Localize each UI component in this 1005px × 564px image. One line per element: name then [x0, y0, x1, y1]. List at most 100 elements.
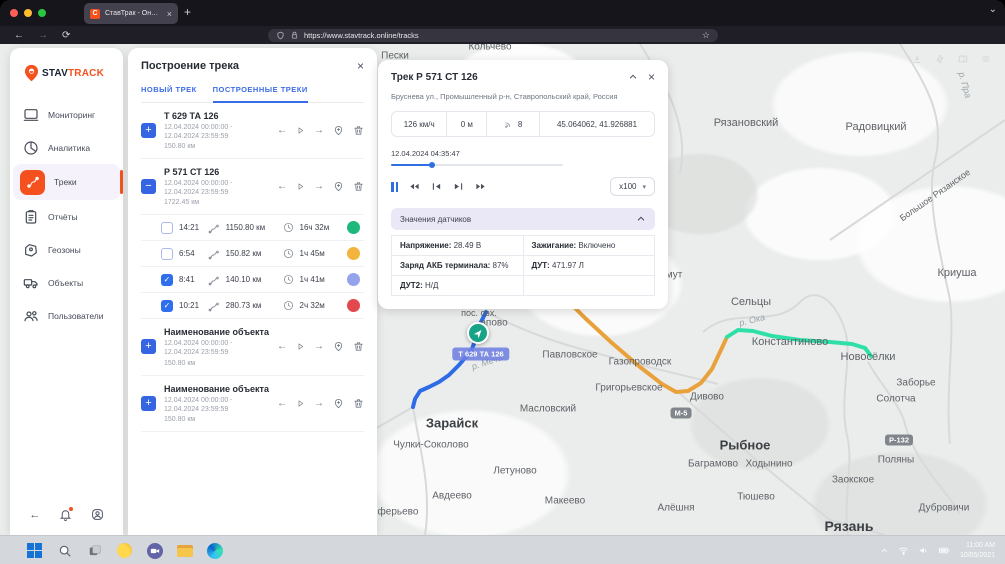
segment-color-dot — [347, 273, 360, 286]
system-tray[interactable]: 11:00 AM 10/05/2021 — [880, 536, 995, 564]
downloads-icon[interactable] — [912, 54, 922, 64]
taskbar-start-button[interactable] — [26, 542, 43, 559]
battery-icon[interactable] — [938, 545, 951, 556]
orange-track[interactable] — [563, 296, 727, 392]
tab-built-tracks[interactable]: ПОСТРОЕННЫЕ ТРЕКИ — [213, 85, 308, 103]
tracking-shield-icon[interactable] — [276, 31, 285, 40]
lock-icon[interactable] — [290, 31, 299, 40]
sidebar-item-geozones[interactable]: Геозоны — [10, 233, 123, 266]
taskbar-chat-button[interactable] — [146, 542, 163, 559]
segment-checkbox[interactable] — [161, 222, 173, 234]
wifi-icon[interactable] — [898, 545, 909, 556]
fast-forward-button[interactable] — [475, 181, 486, 192]
close-panel-button[interactable]: × — [357, 60, 364, 72]
window-zoom-button[interactable] — [38, 9, 46, 17]
next-point-button[interactable]: → — [314, 341, 324, 352]
clock-icon — [283, 222, 294, 233]
taskbar-clock[interactable]: 11:00 AM 10/05/2021 — [960, 541, 995, 560]
sidebar-item-monitoring[interactable]: Мониторинг — [10, 98, 123, 131]
play-track-button[interactable] — [296, 342, 305, 351]
window-close-button[interactable] — [10, 9, 18, 17]
next-point-button[interactable]: → — [314, 125, 324, 136]
sidebar-item-users[interactable]: Пользователи — [10, 299, 123, 332]
step-forward-button[interactable] — [453, 181, 464, 192]
url-bar[interactable]: https://www.stavtrack.online/tracks ☆ — [268, 29, 718, 42]
next-point-button[interactable]: → — [314, 181, 324, 192]
expand-toggle[interactable]: + — [141, 123, 156, 138]
tab-overflow-button[interactable]: ⌄ — [989, 4, 997, 15]
segment-checkbox[interactable] — [161, 248, 173, 260]
back-button[interactable]: ← — [14, 30, 24, 41]
notifications-button[interactable] — [59, 508, 72, 521]
add-geopoint-button[interactable] — [333, 341, 344, 352]
account-button[interactable] — [91, 508, 104, 521]
add-geopoint-button[interactable] — [333, 125, 344, 136]
extensions-icon[interactable] — [935, 54, 945, 64]
segment-time: 6:54 — [179, 249, 202, 258]
track-row: −Р 571 СТ 12612.04.2024 00:00:00 - 12.04… — [141, 159, 364, 215]
expand-toggle[interactable]: + — [141, 396, 156, 411]
menu-icon[interactable] — [981, 54, 991, 64]
analytics-icon — [23, 140, 39, 156]
search-icon — [58, 544, 72, 558]
firefox-icon — [117, 543, 132, 558]
slider-handle[interactable] — [429, 162, 435, 168]
bookmark-star-icon[interactable]: ☆ — [702, 30, 710, 41]
track-address: Бруснева ул., Промышленный р-н, Ставропо… — [391, 92, 655, 101]
prev-point-button[interactable]: ← — [277, 125, 287, 136]
sidebar-item-objects[interactable]: Объекты — [10, 266, 123, 299]
sidebar-item-reports[interactable]: Отчёты — [10, 200, 123, 233]
playback-speed-select[interactable]: x100 ▾ — [610, 177, 655, 196]
collapse-sidebar-button[interactable]: ← — [29, 509, 40, 521]
delete-track-button[interactable] — [353, 181, 364, 192]
taskbar-edge-button[interactable] — [206, 542, 223, 559]
track-period: 12.04.2024 00:00:00 - 12.04.2024 23:59:5… — [164, 339, 264, 357]
reload-button[interactable]: ⟳ — [62, 30, 70, 41]
segment-distance: 1150.80 км — [226, 223, 277, 232]
segment-checkbox[interactable]: ✓ — [161, 274, 173, 286]
expand-toggle[interactable]: − — [141, 179, 156, 194]
taskbar-search-button[interactable] — [56, 542, 73, 559]
sidebar-item-analytics[interactable]: Аналитика — [10, 131, 123, 164]
tray-chevron-up-icon[interactable] — [880, 546, 889, 555]
map-place-label: Заборье — [896, 378, 935, 389]
tab-new-track[interactable]: НОВЫЙ ТРЕК — [141, 85, 197, 102]
pause-button[interactable] — [391, 182, 398, 192]
add-geopoint-button[interactable] — [333, 181, 344, 192]
delete-track-button[interactable] — [353, 341, 364, 352]
logo-pin-icon — [24, 64, 39, 82]
taskbar-explorer-button[interactable] — [176, 542, 193, 559]
play-track-button[interactable] — [296, 126, 305, 135]
add-geopoint-button[interactable] — [333, 398, 344, 409]
taskbar-firefox-button[interactable] — [116, 542, 133, 559]
expand-toggle[interactable]: + — [141, 339, 156, 354]
sidebar-toggle-icon[interactable] — [958, 54, 968, 64]
sensors-section-header[interactable]: Значения датчиков — [391, 208, 655, 230]
taskbar-task-view-button[interactable] — [86, 542, 103, 559]
next-point-button[interactable]: → — [314, 398, 324, 409]
play-track-button[interactable] — [296, 399, 305, 408]
segment-color-dot — [347, 299, 360, 312]
step-back-button[interactable] — [431, 181, 442, 192]
tab-close-icon[interactable]: × — [167, 9, 172, 19]
window-minimize-button[interactable] — [24, 9, 32, 17]
forward-button[interactable]: → — [38, 30, 48, 41]
task-view-icon — [88, 544, 102, 558]
prev-point-button[interactable]: ← — [277, 181, 287, 192]
close-detail-button[interactable]: × — [648, 71, 655, 83]
collapse-detail-button[interactable] — [628, 72, 638, 82]
new-tab-button[interactable]: + — [184, 5, 191, 19]
play-track-button[interactable] — [296, 182, 305, 191]
delete-track-button[interactable] — [353, 125, 364, 136]
prev-point-button[interactable]: ← — [277, 341, 287, 352]
volume-icon[interactable] — [918, 545, 929, 556]
prev-point-button[interactable]: ← — [277, 398, 287, 409]
segment-checkbox[interactable]: ✓ — [161, 300, 173, 312]
browser-tab[interactable]: С СтавТрак - Онлайн мониторинг × — [84, 3, 178, 24]
segment-time: 14:21 — [179, 223, 202, 232]
rewind-button[interactable] — [409, 181, 420, 192]
playback-slider[interactable] — [391, 164, 563, 166]
vehicle-marker[interactable] — [467, 322, 489, 344]
delete-track-button[interactable] — [353, 398, 364, 409]
sidebar-item-tracks[interactable]: Треки — [13, 164, 120, 200]
